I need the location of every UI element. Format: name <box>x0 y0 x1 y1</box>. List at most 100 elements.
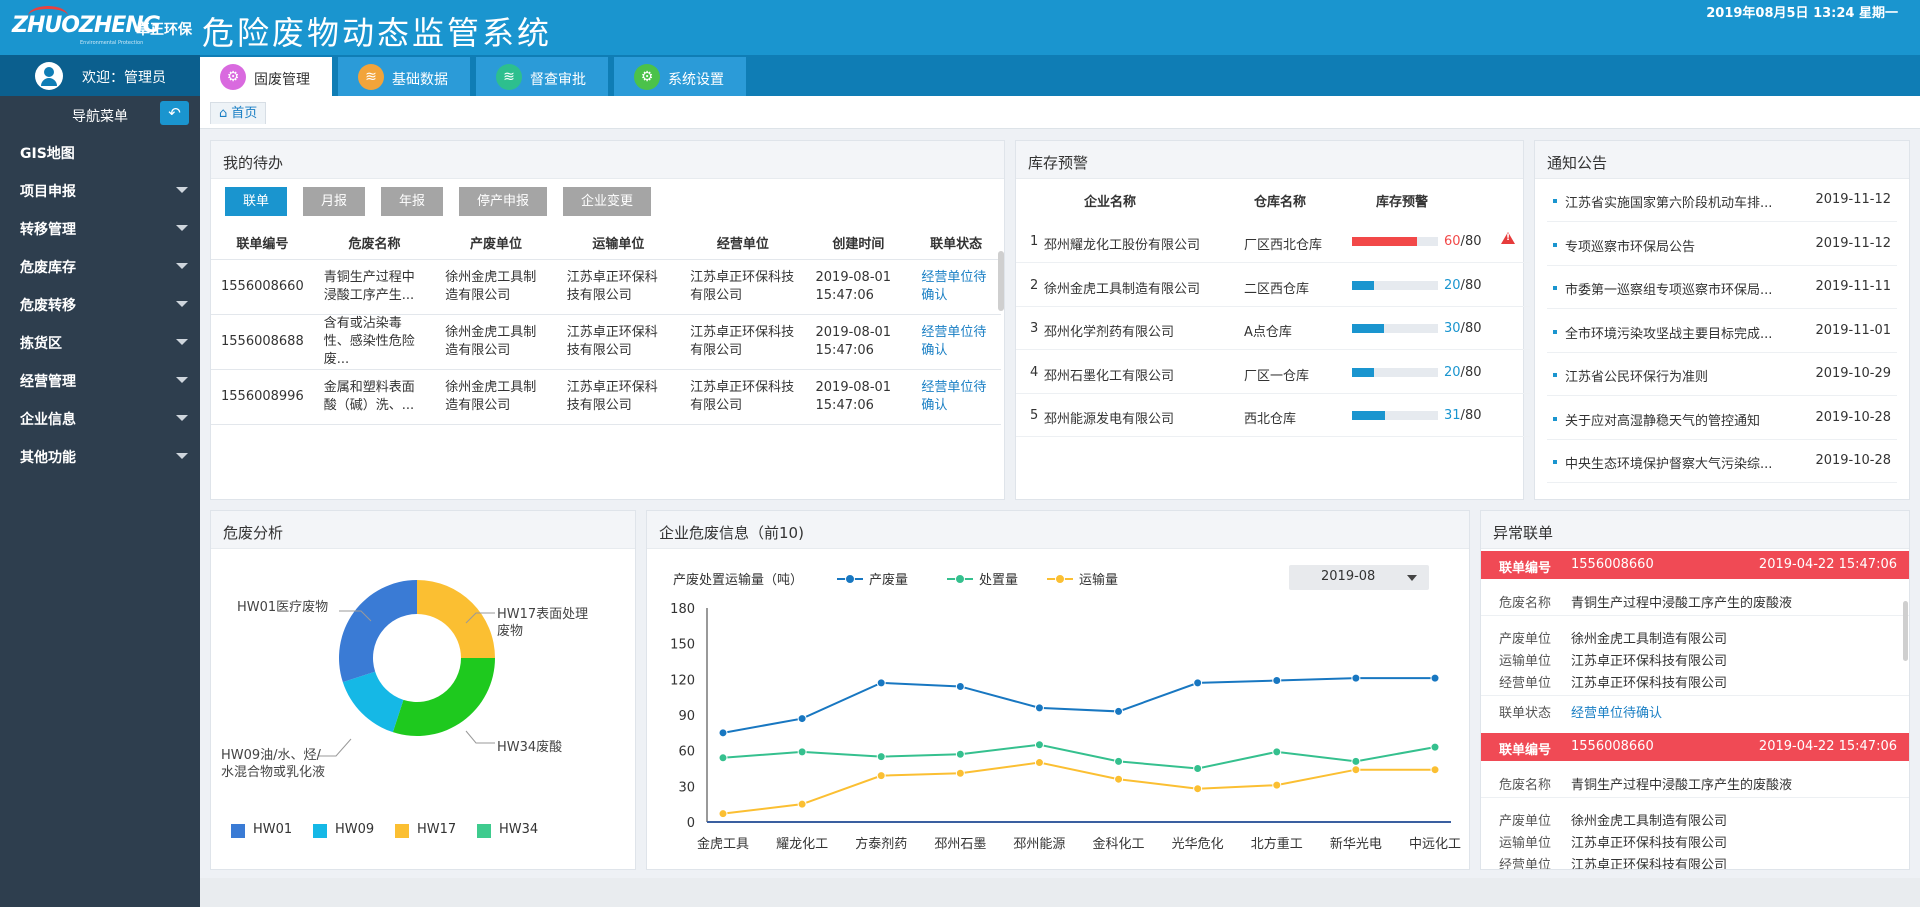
series-line <box>722 677 1435 734</box>
collapse-back-icon[interactable]: ↶ <box>160 101 189 125</box>
y-tick-label: 120 <box>670 673 695 688</box>
cell-status-link[interactable]: 经营单位待确认 <box>911 259 1001 315</box>
pie-slice-hw17[interactable] <box>417 580 495 658</box>
data-point[interactable] <box>1430 673 1440 683</box>
notice-item[interactable]: 中央生态环境保护督察大气污染综... 2019-10-28 <box>1547 440 1897 483</box>
data-point[interactable] <box>797 747 807 757</box>
y-tick-label: 90 <box>678 709 695 724</box>
data-point[interactable] <box>876 678 886 688</box>
sidebar-item[interactable]: 企业信息 <box>0 398 200 436</box>
data-point[interactable] <box>718 809 728 819</box>
stock-row[interactable]: 3 邳州化学剂药有限公司 A点仓库 30/80 <box>1016 307 1530 350</box>
cell-status-link[interactable]: 经营单位待确认 <box>911 314 1001 370</box>
tab-inspection[interactable]: ≋ 督查审批 <box>476 57 608 96</box>
notice-item[interactable]: 专项巡察市环保局公告 2019-11-12 <box>1547 223 1897 266</box>
data-point[interactable] <box>1351 756 1361 766</box>
pie-slice-hw01[interactable] <box>339 580 417 683</box>
sidebar-item[interactable]: 经营管理 <box>0 360 200 398</box>
data-point[interactable] <box>718 728 728 738</box>
data-point[interactable] <box>1114 706 1124 716</box>
filter-button-monthly[interactable]: 月报 <box>303 187 365 216</box>
breadcrumb-home[interactable]: ⌂ 首页 <box>210 102 267 124</box>
data-point[interactable] <box>955 681 965 691</box>
bullet-icon <box>1553 242 1557 247</box>
table-row[interactable]: 1556008688 含有或沾染毒性、感染性危险废... 徐州金虎工具制造有限公司江… <box>211 314 1001 370</box>
data-point[interactable] <box>797 799 807 809</box>
sidebar-item[interactable]: 其他功能 <box>0 436 200 474</box>
sidebar-item[interactable]: GIS地图 <box>0 132 200 170</box>
data-point[interactable] <box>1351 765 1361 775</box>
data-point[interactable] <box>1034 758 1044 768</box>
system-title: 危险废物动态监管系统 <box>202 14 553 52</box>
sidebar-item[interactable]: 转移管理 <box>0 208 200 246</box>
gear-icon: ⚙ <box>634 64 660 90</box>
table-row[interactable]: 1556008996 金属和塑料表面酸（碱）洗、... 徐州金虎工具制造有限公司 江苏… <box>211 369 1001 425</box>
data-point[interactable] <box>955 749 965 759</box>
tab-solid-waste[interactable]: ⚙ 固废管理 <box>200 57 332 96</box>
abnormal-scrollbar[interactable] <box>1903 601 1908 661</box>
series-legend-item[interactable]: 运输量 <box>1047 569 1118 588</box>
data-point[interactable] <box>1430 742 1440 752</box>
data-point[interactable] <box>1193 764 1203 773</box>
filter-button-shutdown[interactable]: 停产申报 <box>459 187 547 216</box>
abnormal-record-header[interactable]: 联单编号 1556008660 2019-04-22 15:47:06 <box>1481 551 1909 579</box>
abnormal-field: 产废单位 徐州金虎工具制造有限公司 <box>1481 810 1909 832</box>
table-row[interactable]: 1556008660 青铜生产过程中浸酸工序产生... 徐州金虎工具制造有限公司 江苏… <box>211 259 1001 315</box>
notice-item[interactable]: 江苏省公民环保行为准则 2019-10-29 <box>1547 353 1897 396</box>
data-point[interactable] <box>1351 673 1361 683</box>
notice-item[interactable]: 关于应对高湿静稳天气的管控通知 2019-10-28 <box>1547 397 1897 440</box>
pie-slice-hw34[interactable] <box>392 658 495 736</box>
data-point[interactable] <box>1272 747 1282 757</box>
stock-row[interactable]: 2 徐州金虎工具制造有限公司 二区西仓库 20/80 <box>1016 264 1530 307</box>
data-point[interactable] <box>718 753 728 763</box>
data-point[interactable] <box>876 752 886 762</box>
sidebar-item[interactable]: 拣货区 <box>0 322 200 360</box>
user-avatar-icon[interactable] <box>35 62 63 90</box>
abnormal-field: 危废名称 青铜生产过程中浸酸工序产生的废酸液 <box>1481 774 1909 796</box>
abnormal-field-value: 江苏卓正环保科技有限公司 <box>1571 676 1728 691</box>
stock-warehouse: 二区西仓库 <box>1244 281 1310 297</box>
tab-system-settings[interactable]: ⚙ 系统设置 <box>614 57 746 96</box>
sidebar-item[interactable]: 危废转移 <box>0 284 200 322</box>
stock-value: 30/80 <box>1444 321 1482 336</box>
donut-chart <box>319 580 495 757</box>
filter-button-annual[interactable]: 年报 <box>381 187 443 216</box>
notice-date: 2019-11-11 <box>1815 279 1891 294</box>
data-point[interactable] <box>1430 765 1440 775</box>
enterprise-waste-panel: 企业危废信息（前10) 产废处置运输量（吨） 产废量 处置量 运输量 2019-08… <box>646 510 1470 870</box>
notice-item[interactable]: 市委第一巡察组专项巡察市环保局... 2019-11-11 <box>1547 266 1897 309</box>
todo-scrollbar[interactable] <box>998 251 1004 311</box>
data-point[interactable] <box>955 768 965 778</box>
data-point[interactable] <box>876 771 886 781</box>
data-point[interactable] <box>1114 756 1124 766</box>
abnormal-id-label: 联单编号 <box>1499 561 1552 576</box>
data-point[interactable] <box>1272 676 1282 686</box>
tab-basic-data[interactable]: ≋ 基础数据 <box>338 57 470 96</box>
filter-button-manifest[interactable]: 联单 <box>225 187 287 216</box>
cell-id: 1556008996 <box>211 369 314 425</box>
notice-item[interactable]: 全市环境污染攻坚战主要目标完成... 2019-11-01 <box>1547 310 1897 353</box>
stock-row[interactable]: 4 邳州石墨化工有限公司 厂区一仓库 20/80 <box>1016 351 1530 394</box>
abnormal-field-value: 江苏卓正环保科技有限公司 <box>1571 654 1728 669</box>
stock-row[interactable]: 1 邳州耀龙化工股份有限公司 厂区西北仓库 60/80 <box>1016 220 1530 263</box>
data-point[interactable] <box>797 714 807 724</box>
series-legend-item[interactable]: 处置量 <box>947 569 1018 588</box>
data-point[interactable] <box>1114 774 1124 784</box>
series-legend-item[interactable]: 产废量 <box>837 569 908 588</box>
data-point[interactable] <box>1193 784 1203 794</box>
sidebar-title: 导航菜单 <box>72 109 128 125</box>
abnormal-record-header[interactable]: 联单编号 1556008660 2019-04-22 15:47:06 <box>1481 733 1909 761</box>
month-select[interactable]: 2019-08 <box>1289 565 1429 590</box>
notice-item[interactable]: 江苏省实施国家第六阶段机动车排... 2019-11-12 <box>1547 179 1897 222</box>
sidebar-item[interactable]: 危废库存 <box>0 246 200 284</box>
data-point[interactable] <box>1034 740 1044 750</box>
pie-slice-hw09[interactable] <box>342 671 404 733</box>
abnormal-field-value[interactable]: 经营单位待确认 <box>1571 702 1662 721</box>
data-point[interactable] <box>1034 703 1044 713</box>
stock-row[interactable]: 5 邳州能源发电有限公司 西北仓库 31/80 <box>1016 394 1530 437</box>
sidebar-item[interactable]: 项目申报 <box>0 170 200 208</box>
data-point[interactable] <box>1193 678 1203 688</box>
data-point[interactable] <box>1272 780 1282 790</box>
cell-status-link[interactable]: 经营单位待确认 <box>911 369 1001 425</box>
filter-button-enterprise-change[interactable]: 企业变更 <box>563 187 651 216</box>
